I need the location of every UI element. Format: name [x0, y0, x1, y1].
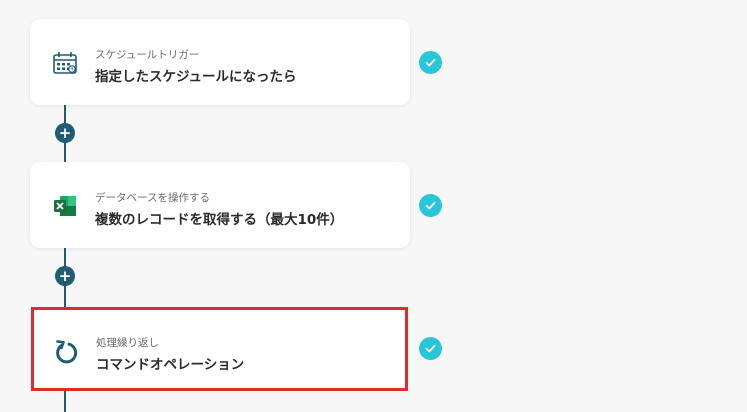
step-title: 指定したスケジュールになったら: [95, 69, 297, 85]
step-title: コマンドオペレーション: [96, 357, 245, 373]
flow-connector: [64, 390, 66, 412]
step-type-label: スケジュールトリガー: [95, 49, 200, 61]
add-step-button[interactable]: +: [55, 123, 75, 143]
step-title: 複数のレコードを取得する（最大10件）: [95, 212, 344, 228]
flow-step-card-schedule-trigger[interactable]: スケジュールトリガー 指定したスケジュールになったら: [30, 19, 410, 105]
loop-icon: [52, 338, 80, 366]
step-complete-check-icon: [419, 337, 442, 360]
flow-step-card-database[interactable]: データベースを操作する 複数のレコードを取得する（最大10件）: [30, 162, 410, 248]
excel-icon: [51, 192, 79, 220]
step-type-label: データベースを操作する: [95, 192, 210, 204]
step-complete-check-icon: [419, 194, 442, 217]
step-complete-check-icon: [419, 51, 442, 74]
flow-step-card-loop[interactable]: 処理繰り返し コマンドオペレーション: [31, 307, 408, 391]
step-type-label: 処理繰り返し: [96, 337, 159, 349]
calendar-clock-icon: [51, 49, 79, 77]
add-step-button[interactable]: +: [55, 266, 75, 286]
